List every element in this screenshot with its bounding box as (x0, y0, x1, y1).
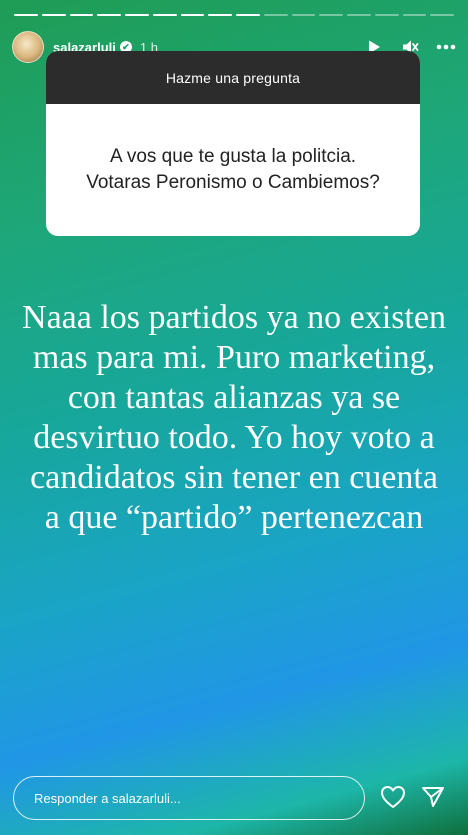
story-progress-segment (347, 14, 371, 16)
reply-input[interactable]: Responder a salazarluli... (13, 776, 365, 820)
story-progress-segment (152, 14, 177, 16)
story-progress-segment (236, 14, 260, 16)
story-progress-segment (208, 14, 232, 16)
story-progress-segment (263, 14, 288, 16)
story-progress-segment (402, 14, 427, 16)
story-progress-segment (180, 14, 205, 16)
story-progress-segment (291, 14, 316, 16)
story-progress-segment (14, 14, 38, 16)
story-progress-segment (374, 14, 399, 16)
question-sticker-text: A vos que te gusta la politcia. Votaras … (86, 146, 380, 193)
story-progress-segment (97, 14, 121, 16)
story-progress-segment (125, 14, 149, 16)
question-sticker-title: Hazme una pregunta (46, 51, 420, 104)
more-icon[interactable] (436, 37, 456, 57)
story-progress-segment (430, 14, 454, 16)
send-icon[interactable] (418, 782, 448, 812)
avatar[interactable] (12, 31, 44, 63)
story-progress-segment (69, 14, 94, 16)
story-progress-bar (14, 14, 454, 16)
story-answer-text: Naaa los partidos ya no existen mas para… (22, 299, 446, 536)
question-sticker: Hazme una pregunta A vos que te gusta la… (46, 51, 420, 236)
story-progress-segment (319, 14, 343, 16)
story-progress-segment (41, 14, 66, 16)
heart-icon[interactable] (378, 782, 408, 812)
